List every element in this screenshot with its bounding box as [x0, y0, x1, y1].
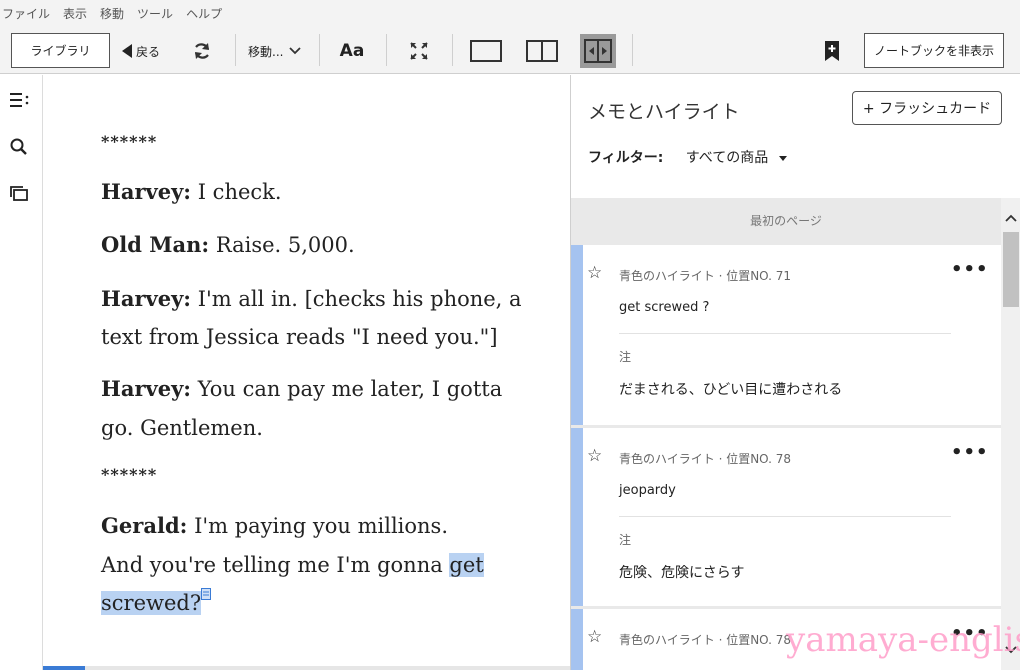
highlight-card[interactable]: ☆ 青色のハイライト · 位置NO. 71 ••• get screwed ? …: [571, 245, 1001, 425]
dialogue-line-continued: text from Jessica reads "I need you."]: [101, 325, 498, 349]
speaker-name: Harvey:: [101, 286, 192, 311]
highlight-meta: 青色のハイライト · 位置NO. 71: [619, 269, 792, 283]
highlight-card[interactable]: ☆ 青色のハイライト · 位置NO. 78 ••• jeopardy 注 危険、…: [571, 428, 1001, 606]
toolbar: ライブラリ 戻る 移動... Aa ノートブックを非表示: [0, 26, 1020, 74]
menu-file[interactable]: ファイル: [2, 5, 50, 22]
fullscreen-icon[interactable]: [407, 39, 431, 63]
filter-value: すべての商品: [685, 150, 769, 166]
note-text[interactable]: 危険、危険にさらす: [619, 562, 744, 582]
scrollbar-thumb[interactable]: [1003, 232, 1019, 307]
goto-dropdown[interactable]: 移動...: [248, 38, 302, 64]
two-page-view-icon[interactable]: [526, 40, 558, 62]
notes-scrollbar[interactable]: [1001, 198, 1020, 670]
library-button[interactable]: ライブラリ: [11, 33, 110, 68]
font-settings-button[interactable]: Aa: [335, 38, 369, 64]
more-options-icon[interactable]: •••: [951, 442, 989, 463]
highlight-meta: 青色のハイライト · 位置NO. 78: [619, 633, 792, 647]
dialogue-text: I'm all in. [checks his phone, a: [191, 287, 522, 311]
dialogue-text: You can pay me later, I gotta: [191, 377, 503, 401]
fullscreen-icon-glyph: [410, 42, 428, 60]
bookmark-add-glyph: [825, 41, 839, 61]
speaker-name: Old Man:: [101, 232, 210, 257]
card-divider: [619, 333, 951, 334]
dialogue-line-continued: And you're telling me I'm gonna get: [101, 546, 484, 584]
toc-glyph: [10, 93, 29, 107]
bookmark-add-icon[interactable]: [822, 39, 842, 63]
chevron-down-icon: [289, 47, 302, 55]
note-label: 注: [619, 533, 632, 547]
flashcards-icon[interactable]: [9, 185, 29, 205]
star-icon[interactable]: ☆: [587, 263, 602, 283]
toolbar-divider: [632, 34, 633, 66]
watermark: yamaya-english: [786, 620, 1020, 660]
more-options-icon[interactable]: •••: [951, 259, 989, 280]
scroll-view-icon[interactable]: [580, 34, 616, 68]
highlight-text: jeopardy: [619, 483, 676, 498]
reading-progress-bar: [43, 666, 86, 670]
dialogue-text: Raise. 5,000.: [209, 233, 355, 257]
dialogue-line-continued: go. Gentlemen.: [101, 416, 263, 440]
hide-notebook-button[interactable]: ノートブックを非表示: [864, 33, 1004, 68]
scene-separator: ******: [101, 465, 158, 484]
note-marker-icon[interactable]: [201, 588, 212, 600]
dialogue-text: I check.: [191, 180, 282, 204]
menu-view[interactable]: 表示: [63, 5, 87, 22]
goto-label: 移動...: [248, 44, 284, 59]
caret-down-icon: [778, 155, 787, 161]
dialogue-line: Harvey: I check.: [101, 173, 282, 211]
sync-icon[interactable]: [190, 39, 214, 63]
flashcard-button[interactable]: + フラッシュカード: [852, 91, 1002, 125]
scroll-up-icon[interactable]: [1005, 214, 1017, 222]
menu-go[interactable]: 移動: [100, 5, 124, 22]
sync-icon-glyph: [194, 43, 210, 59]
star-icon[interactable]: ☆: [587, 627, 602, 647]
toolbar-divider: [386, 34, 387, 66]
speaker-name: Harvey:: [101, 179, 192, 204]
first-page-header: 最初のページ: [750, 213, 822, 228]
reader-pane[interactable]: ****** Harvey: I check. Old Man: Raise. …: [43, 75, 570, 670]
star-icon[interactable]: ☆: [587, 446, 602, 466]
reading-progress-track: [43, 666, 570, 670]
highlight-text: get screwed ?: [619, 300, 710, 315]
filter-row: フィルター: すべての商品: [588, 147, 787, 167]
back-arrow-icon: [122, 44, 132, 58]
scroll-view-glyph: [584, 39, 612, 63]
notes-panel: メモとハイライト + フラッシュカード フィルター: すべての商品 最初のページ…: [570, 75, 1020, 670]
single-page-view-icon[interactable]: [470, 40, 502, 62]
dialogue-text: I'm paying you millions.: [187, 514, 449, 538]
table-of-contents-icon[interactable]: [9, 91, 29, 111]
card-divider: [619, 516, 951, 517]
toolbar-divider: [235, 34, 236, 66]
scene-separator: ******: [101, 132, 158, 151]
dialogue-line: Harvey: I'm all in. [checks his phone, a: [101, 280, 522, 318]
notes-list: 最初のページ ☆ 青色のハイライト · 位置NO. 71 ••• get scr…: [571, 198, 1020, 670]
speaker-name: Harvey:: [101, 376, 192, 401]
dialogue-line: Gerald: I'm paying you millions.: [101, 507, 448, 545]
dialogue-line: Harvey: You can pay me later, I gotta: [101, 370, 502, 408]
dialogue-text: And you're telling me I'm gonna: [101, 553, 450, 577]
left-rail: [0, 75, 43, 670]
highlight-meta: 青色のハイライト · 位置NO. 78: [619, 452, 792, 466]
filter-dropdown[interactable]: すべての商品: [686, 150, 787, 166]
highlighted-text[interactable]: screwed?: [101, 591, 202, 615]
menu-tools[interactable]: ツール: [137, 5, 173, 22]
note-text[interactable]: だまされる、ひどい目に遭わされる: [619, 379, 842, 399]
menu-bar: ファイル 表示 移動 ツール ヘルプ: [0, 0, 1020, 26]
toolbar-divider: [319, 34, 320, 66]
panel-title: メモとハイライト: [588, 101, 740, 123]
note-label: 注: [619, 350, 632, 364]
search-icon[interactable]: [9, 137, 29, 157]
flashcards-glyph: [10, 186, 28, 201]
menu-help[interactable]: ヘルプ: [186, 5, 222, 22]
search-glyph: [10, 138, 27, 155]
highlighted-text[interactable]: get: [449, 553, 484, 577]
back-button[interactable]: 戻る: [122, 38, 160, 64]
speaker-name: Gerald:: [101, 513, 188, 538]
dialogue-line: Old Man: Raise. 5,000.: [101, 226, 355, 264]
toolbar-divider: [452, 34, 453, 66]
two-page-divider: [541, 42, 543, 60]
back-label: 戻る: [136, 44, 161, 59]
filter-label: フィルター:: [588, 150, 664, 166]
dialogue-line-continued: screwed?: [101, 584, 212, 622]
